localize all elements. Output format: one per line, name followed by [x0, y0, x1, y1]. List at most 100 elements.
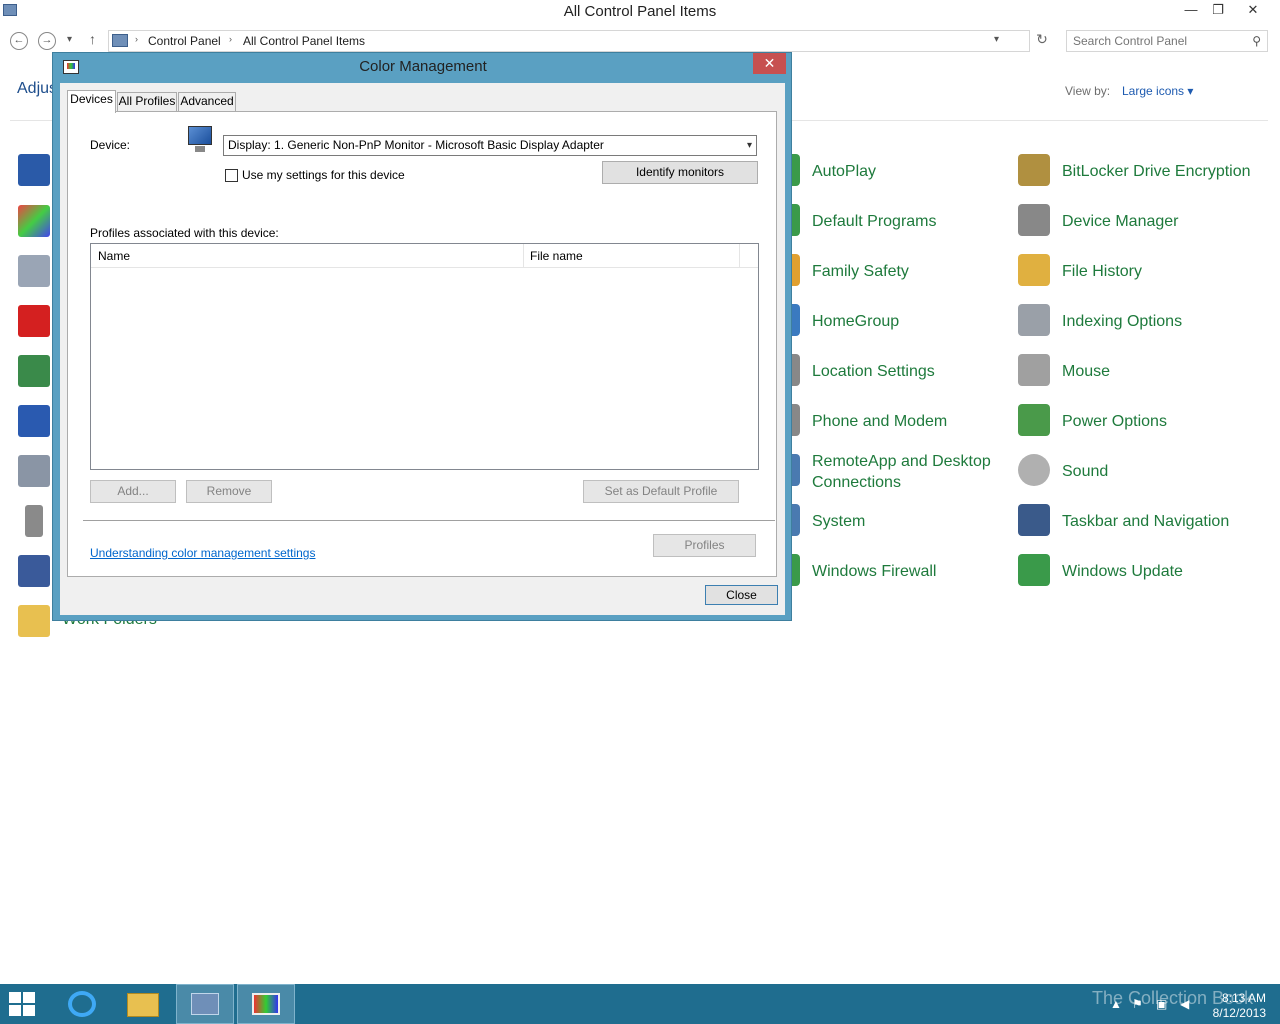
breadcrumb-separator-icon[interactable]: › [229, 34, 232, 44]
cp-item-homegroup[interactable]: HomeGroup [768, 300, 1008, 344]
taskbar-file-explorer[interactable] [114, 984, 172, 1024]
device-select-value: Display: 1. Generic Non-PnP Monitor - Mi… [228, 138, 604, 152]
cp-item-label: RemoteApp and Desktop Connections [812, 453, 991, 491]
back-button[interactable]: ← [10, 32, 28, 50]
cp-item-taskbar-navigation[interactable]: Taskbar and Navigation [1018, 500, 1268, 544]
breadcrumb-control-panel[interactable]: Control Panel [148, 34, 221, 48]
programs-features-icon[interactable] [18, 455, 50, 487]
set-default-profile-button[interactable]: Set as Default Profile [583, 480, 739, 503]
search-box[interactable]: ⚲ [1066, 30, 1268, 52]
color-management-icon[interactable] [18, 205, 50, 237]
cp-item-label: Power Options [1062, 413, 1167, 430]
control-panel-icon [191, 993, 219, 1015]
up-button[interactable]: ↑ [89, 31, 96, 47]
file-history-icon [1018, 254, 1050, 286]
recent-locations-icon[interactable]: ▾ [67, 34, 72, 45]
tab-advanced[interactable]: Advanced [178, 92, 236, 112]
cp-item-remoteapp[interactable]: RemoteApp and Desktop Connections [768, 450, 1008, 494]
clock-time[interactable]: 8:13 AM [1208, 991, 1266, 1005]
monitor-icon [186, 126, 214, 154]
language-icon[interactable] [18, 405, 50, 437]
devices-printers-icon[interactable] [18, 255, 50, 287]
view-by-label: View by: [1065, 84, 1111, 98]
dialog-close-text-button[interactable]: Close [705, 585, 778, 605]
address-dropdown-icon[interactable]: ▾ [994, 34, 999, 45]
cp-item-family-safety[interactable]: Family Safety [768, 250, 1008, 294]
cp-item-label: Indexing Options [1062, 313, 1183, 330]
add-button[interactable]: Add... [90, 480, 176, 503]
cp-item-system[interactable]: System [768, 500, 1008, 544]
cp-item-autoplay[interactable]: AutoPlay [768, 150, 1008, 194]
refresh-icon[interactable]: ↻ [1032, 31, 1052, 51]
cp-item-label: Default Programs [812, 213, 937, 230]
tab-all-profiles[interactable]: All Profiles [117, 92, 177, 112]
cp-item-device-manager[interactable]: Device Manager [1018, 200, 1268, 244]
color-management-icon [252, 993, 280, 1015]
search-input[interactable] [1073, 32, 1243, 50]
search-icon[interactable]: ⚲ [1252, 34, 1261, 48]
dialog-close-button[interactable]: ✕ [753, 53, 786, 74]
view-by-dropdown[interactable]: Large icons ▾ [1122, 84, 1193, 98]
close-button[interactable]: ✕ [1240, 0, 1266, 22]
column-header-file-name[interactable]: File name [530, 249, 583, 263]
dialog-title: Color Management [359, 58, 487, 75]
window-title: All Control Panel Items [563, 3, 717, 20]
cp-item-power-options[interactable]: Power Options [1018, 400, 1268, 444]
profiles-list[interactable]: Name File name [90, 243, 759, 470]
speech-recognition-icon[interactable] [25, 505, 43, 537]
cp-item-windows-firewall[interactable]: Windows Firewall [768, 550, 1008, 594]
network-icon[interactable]: ▣ [1156, 997, 1167, 1011]
remove-button[interactable]: Remove [186, 480, 272, 503]
cp-item-location-settings[interactable]: Location Settings [768, 350, 1008, 394]
cp-item-label: Family Safety [812, 263, 909, 280]
minimize-button[interactable]: — [1178, 0, 1204, 22]
devices-panel: Device: Display: 1. Generic Non-PnP Moni… [67, 111, 777, 577]
cp-item-label: Windows Update [1062, 563, 1183, 580]
use-my-settings-label[interactable]: Use my settings for this device [242, 168, 405, 182]
show-hidden-icons-icon[interactable]: ▲ [1110, 997, 1122, 1011]
cp-item-phone-modem[interactable]: Phone and Modem [768, 400, 1008, 444]
work-folders-icon[interactable] [18, 605, 50, 637]
action-center-icon[interactable] [18, 154, 50, 186]
user-accounts-icon[interactable] [18, 555, 50, 587]
breadcrumb-all-items[interactable]: All Control Panel Items [243, 34, 365, 48]
help-link[interactable]: Understanding color management settings [90, 546, 315, 560]
column-header-name[interactable]: Name [98, 249, 130, 263]
cp-item-windows-update[interactable]: Windows Update [1018, 550, 1268, 594]
cp-item-file-history[interactable]: File History [1018, 250, 1268, 294]
cp-item-label: Windows Firewall [812, 563, 937, 580]
taskbar-icon [1018, 504, 1050, 536]
explorer-titlebar: All Control Panel Items — ❐ ✕ [0, 0, 1280, 24]
power-icon [1018, 404, 1050, 436]
cp-item-mouse[interactable]: Mouse [1018, 350, 1268, 394]
forward-button[interactable]: → [38, 32, 56, 50]
volume-icon[interactable]: ◀ [1180, 997, 1189, 1011]
address-box[interactable]: › Control Panel › All Control Panel Item… [108, 30, 1030, 52]
sound-icon [1018, 454, 1050, 486]
use-my-settings-checkbox[interactable] [225, 169, 238, 182]
clock-date[interactable]: 8/12/2013 [1196, 1006, 1266, 1020]
device-select[interactable]: Display: 1. Generic Non-PnP Monitor - Mi… [223, 135, 757, 156]
column-divider [739, 244, 740, 268]
start-button[interactable] [0, 984, 58, 1024]
cp-item-bitlocker[interactable]: BitLocker Drive Encryption [1018, 150, 1268, 194]
folder-icon [127, 993, 159, 1017]
profiles-button[interactable]: Profiles [653, 534, 756, 557]
cp-item-default-programs[interactable]: Default Programs [768, 200, 1008, 244]
cp-item-label: Sound [1062, 463, 1109, 480]
cp-item-indexing-options[interactable]: Indexing Options [1018, 300, 1268, 344]
tab-devices[interactable]: Devices [67, 90, 116, 113]
taskbar-control-panel[interactable] [176, 984, 234, 1024]
action-center-flag-icon[interactable]: ⚑ [1132, 997, 1143, 1011]
list-header: Name File name [91, 244, 758, 268]
cp-item-label: HomeGroup [812, 313, 900, 330]
taskbar-internet-explorer[interactable] [54, 984, 112, 1024]
restore-button[interactable]: ❐ [1205, 0, 1231, 22]
taskbar-color-management[interactable] [237, 984, 295, 1024]
breadcrumb-separator-icon[interactable]: › [135, 34, 138, 44]
flash-player-icon[interactable] [18, 305, 50, 337]
identify-monitors-button[interactable]: Identify monitors [602, 161, 758, 184]
cp-item-label: System [812, 513, 866, 530]
cp-item-sound[interactable]: Sound [1018, 450, 1268, 494]
internet-options-icon[interactable] [18, 355, 50, 387]
